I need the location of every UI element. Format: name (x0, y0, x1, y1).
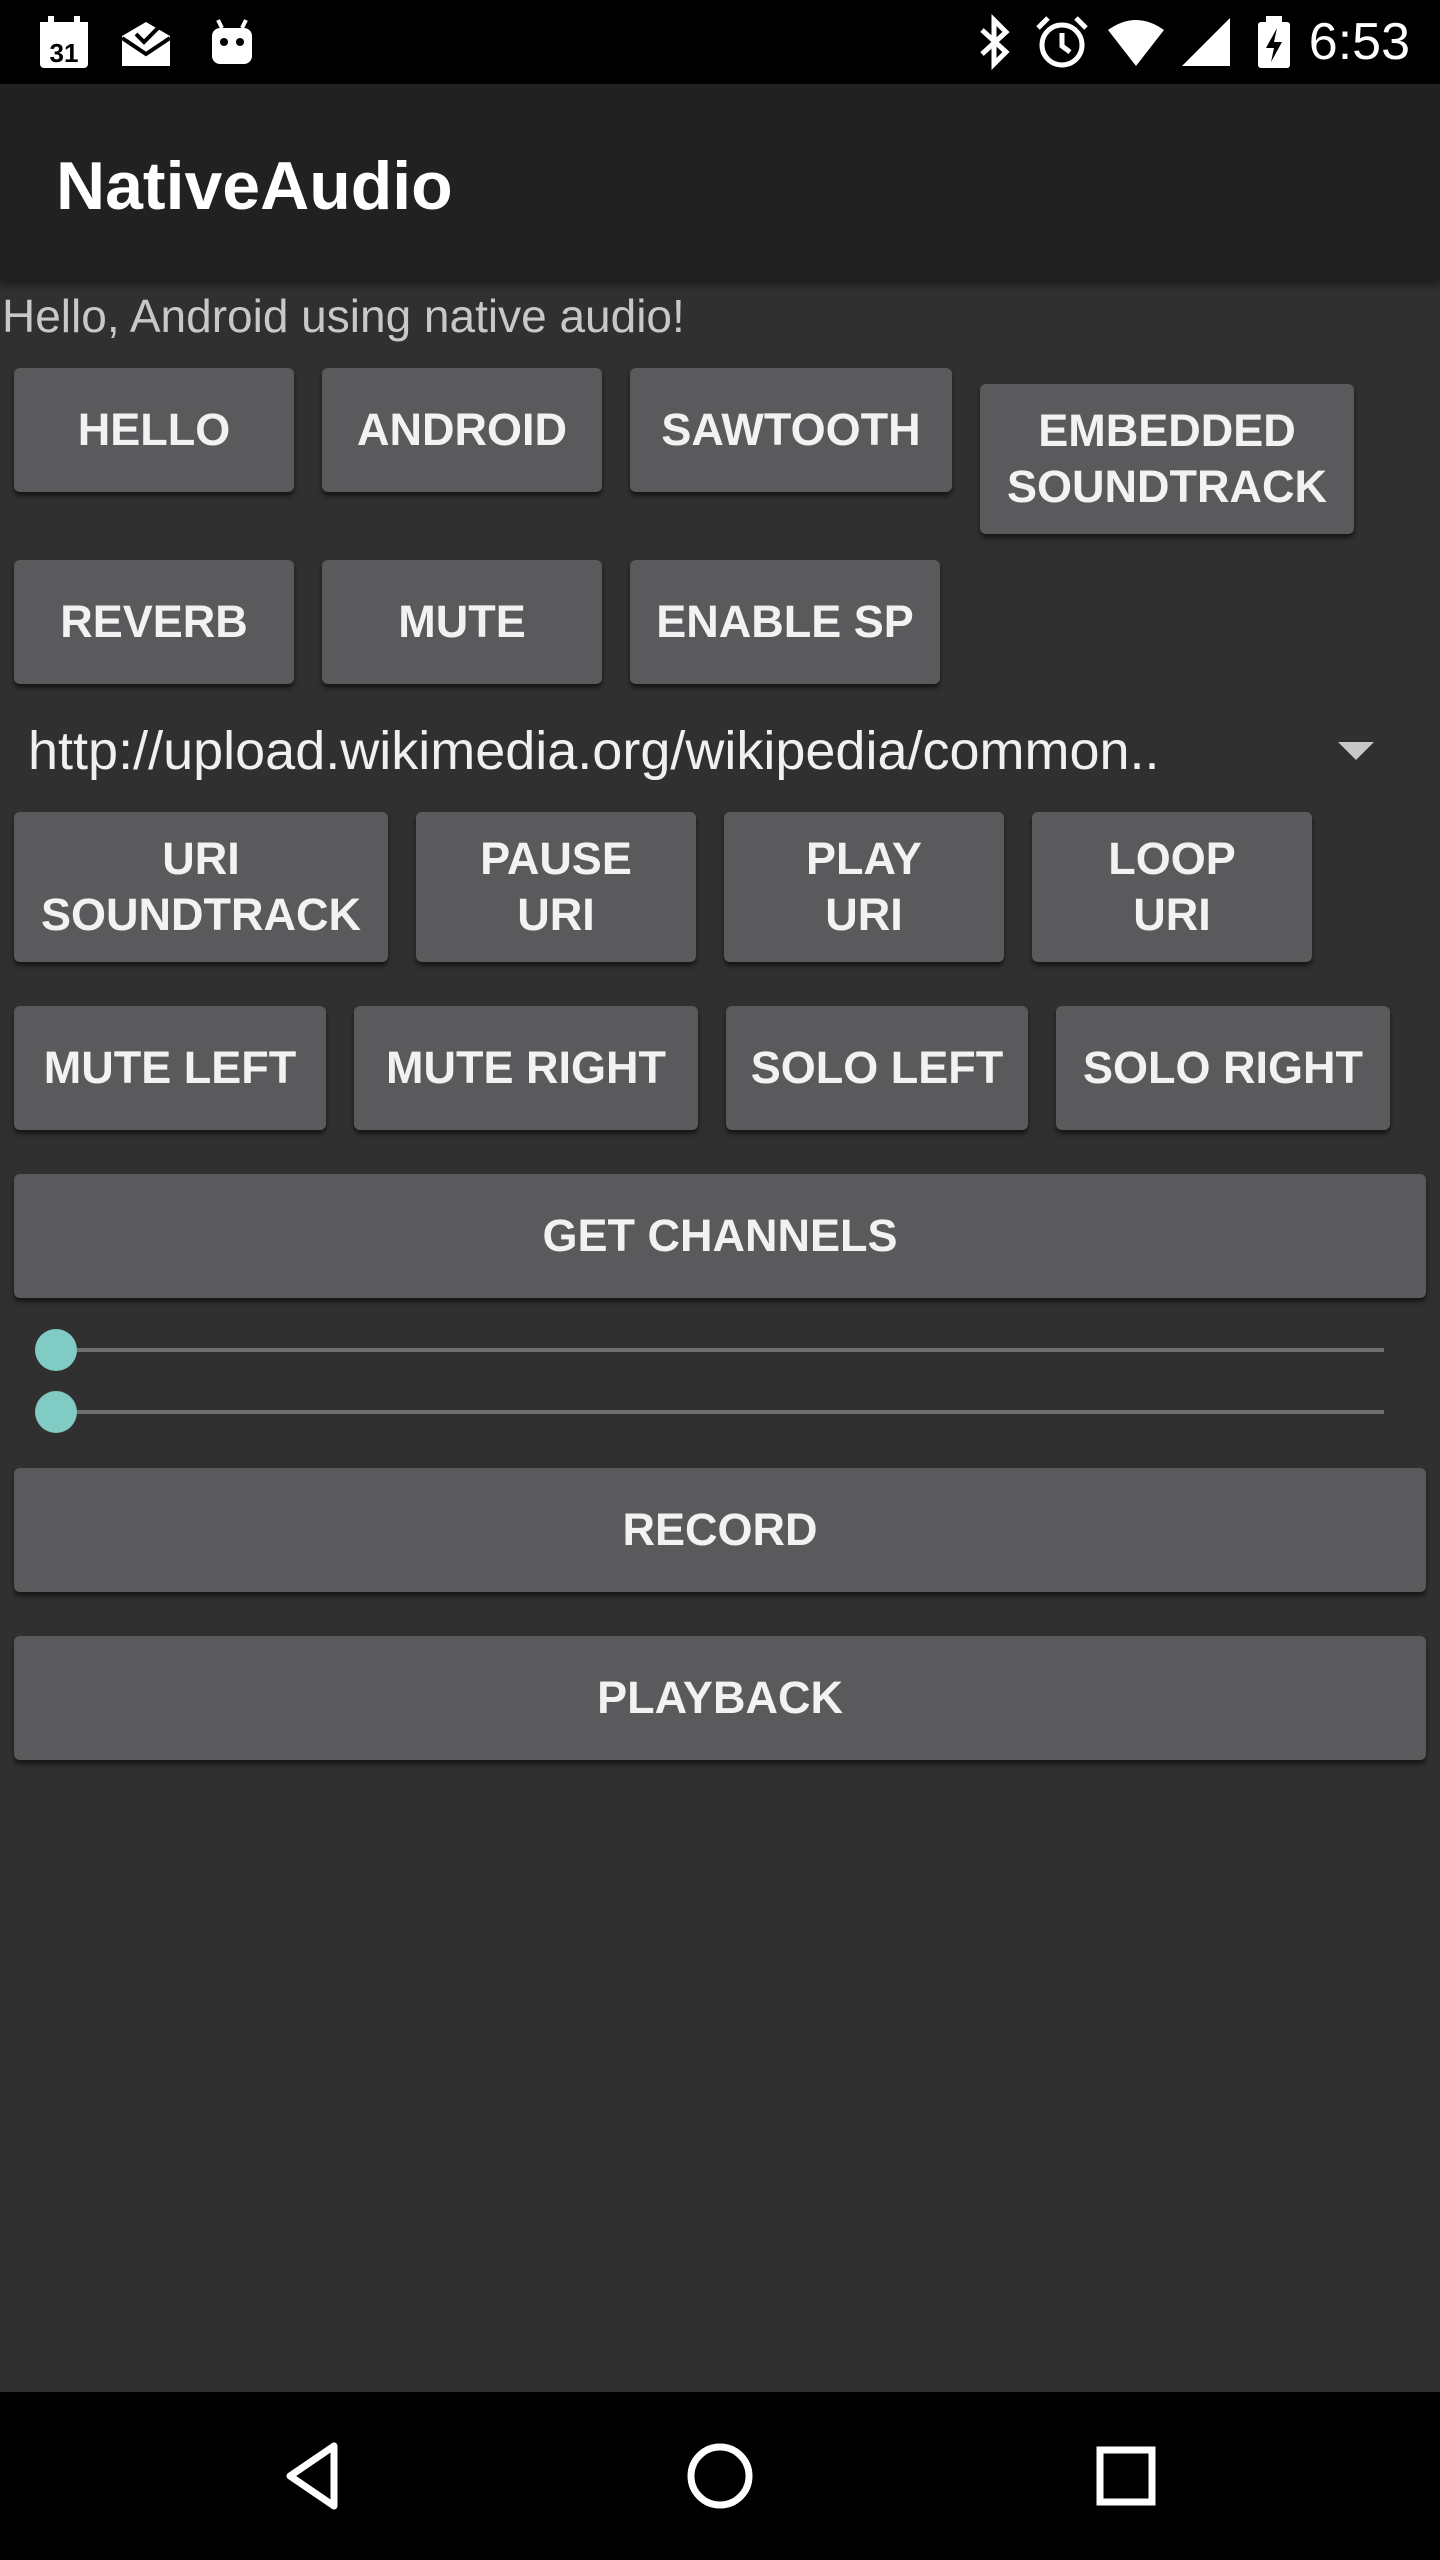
enable-sp-button[interactable]: ENABLE SP (630, 560, 940, 684)
mute-left-button[interactable]: MUTE LEFT (14, 1006, 326, 1130)
solo-left-button[interactable]: SOLO LEFT (726, 1006, 1028, 1130)
mute-button[interactable]: MUTE (322, 560, 602, 684)
bluetooth-icon (980, 13, 1010, 71)
navigation-bar (0, 2392, 1440, 2560)
app-title: NativeAudio (56, 148, 453, 224)
slider-thumb[interactable] (35, 1391, 77, 1433)
android-icon (212, 19, 252, 64)
slider-track (56, 1348, 1384, 1352)
signal-icon (1182, 18, 1230, 66)
hello-text: Hello, Android using native audio! (2, 290, 685, 342)
recents-icon[interactable] (1086, 2436, 1166, 2516)
mute-right-button[interactable]: MUTE RIGHT (354, 1006, 698, 1130)
alarm-icon (1036, 16, 1088, 68)
play-uri-button[interactable]: PLAY URI (724, 812, 1004, 962)
android-button[interactable]: ANDROID (322, 368, 602, 492)
slider-track (56, 1410, 1384, 1414)
dropdown-arrow-icon (1338, 742, 1374, 760)
clock-time: 6:53 (1308, 13, 1410, 71)
uri-spinner-value: http://upload.wikimedia.org/wikipedia/co… (28, 721, 1160, 781)
status-bar: 31 6:53 (0, 0, 1440, 84)
slider-thumb[interactable] (35, 1329, 77, 1371)
battery-icon (1258, 16, 1290, 68)
app-bar: NativeAudio (0, 84, 1440, 280)
mail-icon (120, 22, 172, 66)
loop-uri-button[interactable]: LOOP URI (1032, 812, 1312, 962)
pause-uri-button[interactable]: PAUSE URI (416, 812, 696, 962)
calendar-icon: 31 (40, 16, 88, 68)
embedded-soundtrack-button[interactable]: EMBEDDED SOUNDTRACK (980, 384, 1354, 534)
uri-soundtrack-button[interactable]: URI SOUNDTRACK (14, 812, 388, 962)
wifi-icon (1108, 20, 1164, 66)
back-icon[interactable] (276, 2436, 356, 2516)
hello-button[interactable]: HELLO (14, 368, 294, 492)
home-icon[interactable] (680, 2436, 760, 2516)
reverb-button[interactable]: REVERB (14, 560, 294, 684)
playback-button[interactable]: PLAYBACK (14, 1636, 1426, 1760)
calendar-day: 31 (50, 38, 79, 68)
solo-right-button[interactable]: SOLO RIGHT (1056, 1006, 1390, 1130)
get-channels-button[interactable]: GET CHANNELS (14, 1174, 1426, 1298)
sawtooth-button[interactable]: SAWTOOTH (630, 368, 952, 492)
record-button[interactable]: RECORD (14, 1468, 1426, 1592)
